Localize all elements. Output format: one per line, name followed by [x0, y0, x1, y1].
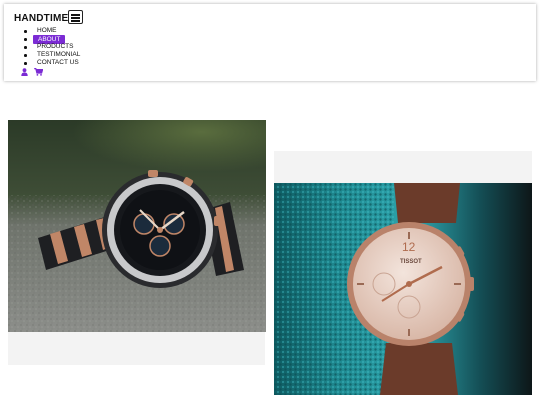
brand-logo[interactable]: HANDTIME	[14, 13, 68, 24]
main-nav: HOME ABOUT PRODUCTS TESTIMONIAL CONTACT …	[22, 27, 80, 67]
site-header: HANDTIME HOME ABOUT PRODUCTS TESTIMONIAL…	[4, 4, 536, 81]
product-image-chronograph-watch[interactable]	[8, 120, 266, 332]
product-image-tissot-watch[interactable]: 12 TISSOT	[274, 183, 532, 395]
cart-icon[interactable]	[34, 68, 43, 76]
hamburger-menu-icon[interactable]	[68, 10, 83, 24]
product-card[interactable]	[274, 151, 532, 184]
product-card[interactable]	[8, 331, 265, 365]
nav-item-testimonial[interactable]: TESTIMONIAL	[22, 51, 80, 59]
nav-item-products[interactable]: PRODUCTS	[22, 43, 80, 51]
svg-text:TISSOT: TISSOT	[400, 259, 422, 265]
nav-item-about[interactable]: ABOUT	[22, 35, 80, 44]
nav-item-contact-us[interactable]: CONTACT US	[22, 59, 80, 67]
user-icon[interactable]	[21, 68, 28, 76]
nav-item-home[interactable]: HOME	[22, 27, 80, 35]
svg-text:12: 12	[402, 240, 416, 254]
